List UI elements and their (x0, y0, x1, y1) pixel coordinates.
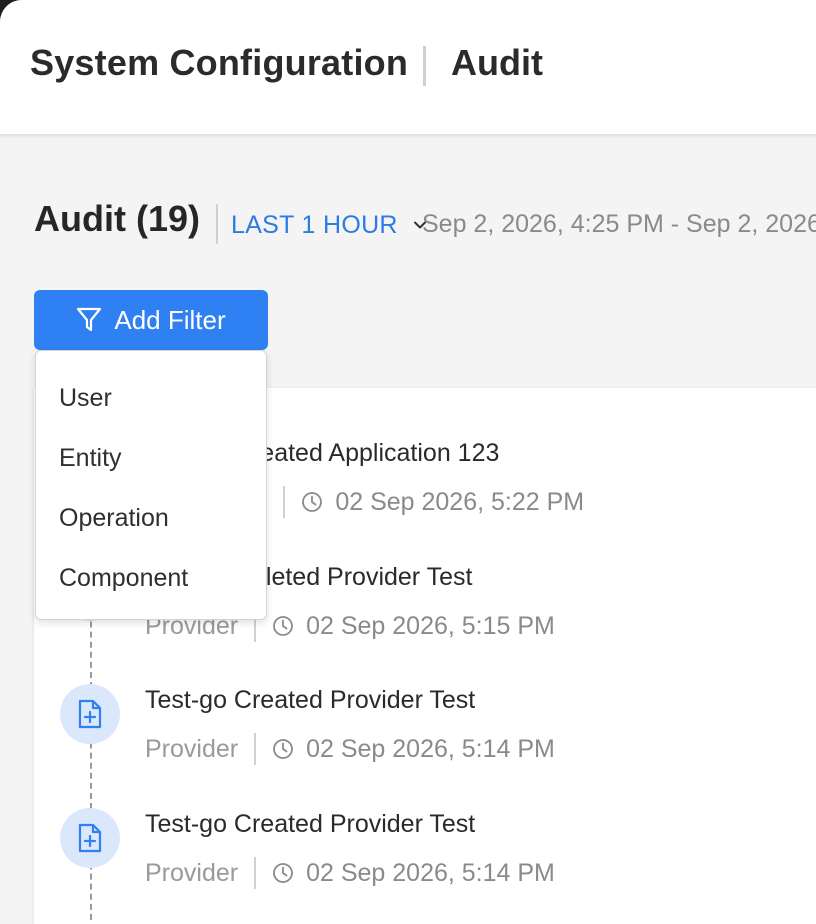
time-range-label: LAST 1 HOUR (231, 210, 398, 239)
clock-icon (273, 739, 293, 759)
add-filter-label: Add Filter (114, 304, 226, 335)
file-plus-icon (60, 808, 120, 868)
entry-title: Test-go Created Provider Test (145, 810, 476, 838)
meta-divider (283, 486, 286, 518)
add-filter-button[interactable]: Add Filter (34, 290, 268, 350)
meta-divider (254, 733, 257, 765)
page-title: System Configuration (30, 42, 409, 83)
heading-divider (216, 204, 218, 244)
entry-type: Provider (145, 734, 239, 763)
entry-time: 02 Sep 2026, 5:22 PM (335, 487, 585, 516)
top-header: System Configuration Audit (0, 0, 816, 134)
entry-type: Provider (145, 858, 239, 887)
file-plus-icon (60, 684, 120, 744)
filter-option-entity[interactable]: Entity (36, 430, 266, 486)
date-range-text: Sep 2, 2026, 4:25 PM - Sep 2, 2026, 5:25… (422, 210, 816, 238)
audit-entry[interactable]: Test-go Created Provider Test Provider 0… (60, 684, 800, 794)
audit-heading: Audit (19) (34, 198, 200, 239)
filter-dropdown-menu: User Entity Operation Component (35, 350, 267, 620)
entry-meta: Provider 02 Sep 2026, 5:14 PM (145, 856, 555, 890)
page-subtitle: Audit (451, 42, 543, 83)
clock-icon (302, 492, 323, 512)
meta-divider (254, 857, 257, 889)
filter-icon (77, 307, 102, 332)
entry-time: 02 Sep 2026, 5:15 PM (306, 611, 555, 640)
filter-option-operation[interactable]: Operation (36, 490, 266, 546)
filter-option-user[interactable]: User (36, 370, 266, 426)
header-divider (423, 46, 426, 86)
entry-time: 02 Sep 2026, 5:14 PM (306, 858, 555, 887)
filter-option-component[interactable]: Component (36, 550, 266, 606)
app-window: System Configuration Audit Audit (19) LA… (0, 0, 816, 924)
entry-title: Test-go Created Provider Test (145, 686, 476, 714)
entry-time: 02 Sep 2026, 5:14 PM (306, 734, 555, 763)
audit-entry[interactable]: Test-go Created Provider Test Provider 0… (60, 808, 800, 918)
clock-icon (273, 863, 293, 883)
entry-meta: Provider 02 Sep 2026, 5:14 PM (145, 732, 555, 766)
clock-icon (273, 616, 293, 636)
time-range-select[interactable]: LAST 1 HOUR (231, 208, 428, 242)
